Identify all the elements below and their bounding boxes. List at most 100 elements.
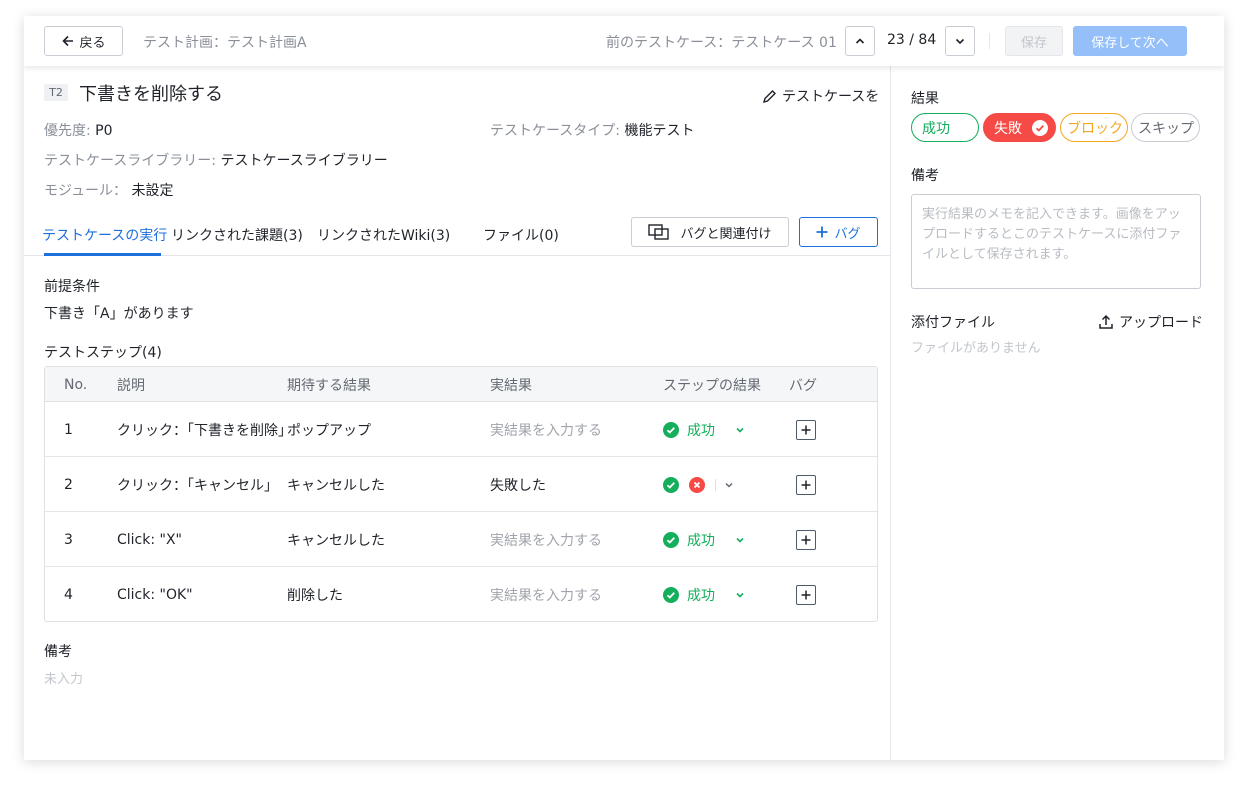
step-add-bug[interactable]	[796, 457, 816, 512]
case-type-value: 機能テスト	[624, 123, 695, 139]
step-add-bug[interactable]	[796, 512, 816, 567]
precondition-heading: 前提条件	[44, 279, 100, 295]
edit-case-button[interactable]: テストケースを	[762, 86, 879, 106]
table-row: 2 クリック：「キャンセル」 キャンセルした 失敗した	[45, 457, 877, 512]
table-row: 4 Click: "OK" 削除した 実結果を入力する 成功	[45, 567, 877, 622]
module-field: モジュール： 未設定	[44, 180, 173, 200]
case-position: 23 / 84	[887, 32, 937, 48]
separator	[715, 478, 716, 491]
step-result-select[interactable]: 成功	[663, 567, 745, 622]
add-bug-button[interactable]: バグ	[799, 217, 878, 247]
step-no: 1	[64, 421, 73, 438]
result-skip-option[interactable]: スキップ	[1131, 113, 1200, 142]
tab-linked-issues[interactable]: リンクされた課題(3)	[171, 225, 303, 245]
case-id-tag: T2	[44, 84, 68, 101]
library-field: テストケースライブラリー: テストケースライブラリー	[44, 150, 388, 170]
link-icon	[648, 224, 670, 240]
upload-button[interactable]: アップロード	[1098, 312, 1203, 332]
chevron-down-icon	[735, 590, 745, 600]
step-result-select[interactable]: 成功	[663, 512, 745, 567]
back-button[interactable]: 戻る	[44, 26, 123, 56]
table-header: No. 説明 期待する結果 実結果 ステップの結果 バグ	[45, 367, 877, 402]
memo-heading: 備考	[911, 168, 939, 184]
step-actual-input[interactable]: 失敗した	[490, 457, 546, 512]
module-value: 未設定	[131, 183, 174, 199]
check-circle-icon	[663, 476, 679, 493]
x-circle-icon	[689, 476, 705, 493]
add-bug-label: バグ	[834, 226, 861, 242]
col-bug: バグ	[789, 377, 817, 394]
result-fail-option[interactable]: 失敗	[983, 113, 1056, 142]
attachments-heading: 添付ファイル	[911, 315, 995, 331]
tab-files[interactable]: ファイル(0)	[483, 225, 559, 245]
notes-value: 未入力	[44, 672, 84, 687]
next-case-button[interactable]	[945, 26, 975, 56]
result-blocked-label: ブロック	[1067, 120, 1123, 137]
step-actual-input[interactable]: 実結果を入力する	[490, 567, 602, 622]
pencil-icon	[762, 89, 777, 104]
tab-linked-wiki[interactable]: リンクされたWiki(3)	[317, 225, 450, 245]
step-result-label: 成功	[687, 587, 715, 604]
step-result-label: 成功	[687, 422, 715, 439]
chevron-down-icon	[735, 535, 745, 545]
tab-active-indicator	[44, 253, 161, 256]
table-row: 3 Click: "X" キャンセルした 実結果を入力する 成功	[45, 512, 877, 567]
step-actual-input[interactable]: 実結果を入力する	[490, 512, 602, 567]
plus-box-icon	[796, 419, 816, 440]
step-add-bug[interactable]	[796, 402, 816, 457]
step-actual-input[interactable]: 実結果を入力する	[490, 402, 602, 457]
step-expected: 削除した	[287, 587, 343, 604]
tab-execution[interactable]: テストケースの実行	[42, 225, 167, 245]
col-no: No.	[64, 376, 88, 393]
link-bug-button[interactable]: バグと関連付け	[631, 217, 789, 247]
steps-table: No. 説明 期待する結果 実結果 ステップの結果 バグ 1 クリック：「下書きを…	[44, 366, 878, 622]
result-skip-label: スキップ	[1138, 120, 1194, 137]
plus-box-icon	[796, 584, 816, 605]
upload-icon	[1098, 314, 1114, 330]
step-description: クリック：「下書きを削除」	[117, 422, 292, 439]
priority-value: P0	[95, 123, 113, 139]
steps-heading: テストステップ(4)	[44, 345, 162, 361]
memo-textarea[interactable]: 実行結果のメモを記入できます。画像をアップロードするとこのテストケースに添付ファ…	[911, 194, 1201, 289]
plus-box-icon	[796, 529, 816, 550]
case-type-field: テストケースタイプ: 機能テスト	[490, 120, 694, 140]
arrow-left-icon	[61, 34, 75, 48]
plus-box-icon	[796, 474, 816, 495]
result-blocked-option[interactable]: ブロック	[1060, 113, 1128, 142]
step-expected: キャンセルした	[287, 477, 385, 494]
save-button[interactable]: 保存	[1005, 26, 1063, 56]
step-result-select[interactable]	[663, 457, 734, 512]
result-pass-label: 成功	[922, 120, 950, 137]
step-description: クリック：「キャンセル」	[117, 477, 278, 494]
step-description: Click: "OK"	[117, 586, 193, 603]
case-title: 下書きを削除する	[79, 84, 223, 105]
plus-icon	[816, 226, 828, 238]
priority-field: 優先度: P0	[44, 120, 113, 140]
module-label: モジュール：	[44, 183, 128, 199]
save-and-next-button[interactable]: 保存して次へ	[1073, 26, 1187, 56]
previous-case-button[interactable]	[845, 26, 875, 56]
step-no: 3	[64, 531, 73, 548]
library-value: テストケースライブラリー	[220, 153, 388, 169]
priority-label: 優先度:	[44, 123, 91, 139]
step-description: Click: "X"	[117, 531, 182, 548]
divider	[989, 33, 990, 49]
step-no: 2	[64, 476, 73, 493]
col-step-result: ステップの結果	[663, 377, 761, 394]
check-circle-icon	[663, 586, 679, 603]
chevron-up-icon	[854, 35, 866, 47]
previous-case-link[interactable]: 前のテストケース：テストケース 01	[606, 32, 837, 52]
step-add-bug[interactable]	[796, 567, 816, 622]
result-pass-option[interactable]: 成功	[911, 113, 979, 142]
chevron-down-icon	[954, 35, 966, 47]
col-description: 説明	[117, 377, 145, 394]
check-circle-icon	[663, 531, 679, 548]
result-heading: 結果	[911, 91, 939, 107]
result-fail-label: 失敗	[994, 120, 1022, 137]
panel-divider	[890, 66, 891, 760]
check-circle-icon	[1032, 119, 1048, 136]
edit-case-label: テストケースを	[782, 89, 880, 105]
step-result-select[interactable]: 成功	[663, 402, 745, 457]
check-circle-icon	[663, 421, 679, 438]
no-files-text: ファイルがありません	[911, 341, 1041, 356]
